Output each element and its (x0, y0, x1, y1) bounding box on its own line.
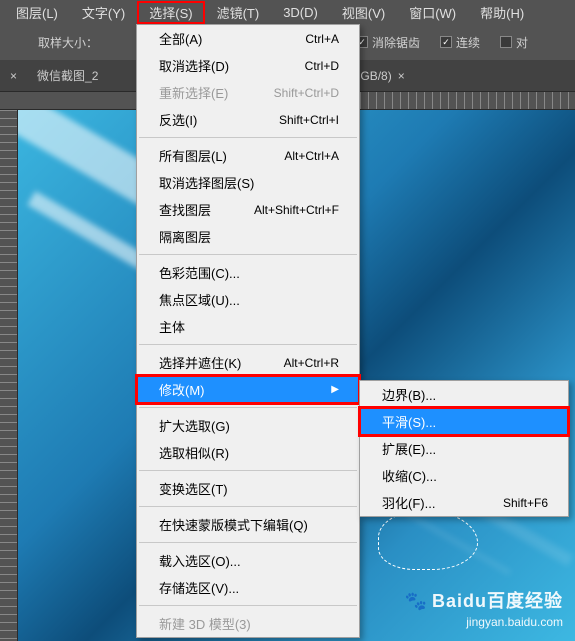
menu-item-transform-selection[interactable]: 变换选区(T) (137, 475, 359, 502)
checkbox-icon (500, 36, 512, 48)
menu-item-label: 取消选择(D) (159, 56, 229, 75)
menu-item-expand[interactable]: 扩展(E)... (360, 435, 568, 462)
menu-item-reselect: 重新选择(E) Shift+Ctrl+D (137, 79, 359, 106)
menu-item-similar[interactable]: 选取相似(R) (137, 439, 359, 466)
menu-item-smooth[interactable]: 平滑(S)... (360, 408, 568, 435)
menu-item-label: 修改(M) (159, 380, 205, 399)
menu-item-label: 重新选择(E) (159, 83, 228, 102)
menu-item-all-layers[interactable]: 所有图层(L) Alt+Ctrl+A (137, 142, 359, 169)
menu-select[interactable]: 选择(S) (137, 1, 204, 24)
menu-item-label: 羽化(F)... (382, 493, 435, 512)
menu-item-subject[interactable]: 主体 (137, 313, 359, 340)
shortcut-text: Shift+F6 (503, 496, 548, 510)
watermark: 🐾Baidu百度经验 jingyan.baidu.com (405, 589, 563, 631)
watermark-brand: 🐾Baidu百度经验 (405, 589, 563, 614)
menu-item-label: 取消选择图层(S) (159, 173, 254, 192)
contiguous-label: 连续 (456, 34, 480, 51)
sample-size-label: 取样大小： (38, 34, 98, 51)
menu-item-label: 平滑(S)... (382, 412, 436, 431)
menu-separator (139, 407, 357, 408)
menu-item-label: 全部(A) (159, 29, 202, 48)
sample-all-option[interactable]: 对 (500, 34, 528, 51)
selection-marquee (378, 510, 478, 570)
menubar: 图层(L) 文字(Y) 选择(S) 滤镜(T) 3D(D) 视图(V) 窗口(W… (0, 0, 575, 24)
menu-item-label: 扩大选取(G) (159, 416, 230, 435)
ruler-vertical (0, 110, 18, 641)
menu-3d[interactable]: 3D(D) (271, 3, 330, 22)
menu-item-label: 查找图层 (159, 200, 211, 219)
menu-item-color-range[interactable]: 色彩范围(C)... (137, 259, 359, 286)
menu-item-contract[interactable]: 收缩(C)... (360, 462, 568, 489)
menu-help[interactable]: 帮助(H) (468, 1, 536, 24)
shortcut-text: Shift+Ctrl+I (279, 113, 339, 127)
watermark-url: jingyan.baidu.com (405, 614, 563, 631)
antialias-option[interactable]: 消除锯齿 (356, 34, 420, 51)
tab-label: 微信截图_2 (37, 67, 98, 84)
menu-item-isolate-layers[interactable]: 隔离图层 (137, 223, 359, 250)
menu-view[interactable]: 视图(V) (330, 1, 397, 24)
menu-window[interactable]: 窗口(W) (397, 1, 468, 24)
menu-item-label: 色彩范围(C)... (159, 263, 240, 282)
menu-item-deselect-layers[interactable]: 取消选择图层(S) (137, 169, 359, 196)
menu-separator (139, 137, 357, 138)
menu-item-border[interactable]: 边界(B)... (360, 381, 568, 408)
menu-item-label: 所有图层(L) (159, 146, 227, 165)
menu-item-all[interactable]: 全部(A) Ctrl+A (137, 25, 359, 52)
menu-item-load-selection[interactable]: 载入选区(O)... (137, 547, 359, 574)
paw-icon: 🐾 (405, 589, 428, 614)
menu-item-save-selection[interactable]: 存储选区(V)... (137, 574, 359, 601)
menu-separator (139, 506, 357, 507)
menu-filter[interactable]: 滤镜(T) (205, 1, 272, 24)
checkbox-icon (440, 36, 452, 48)
shortcut-text: Ctrl+A (305, 32, 339, 46)
shortcut-text: Shift+Ctrl+D (274, 86, 339, 100)
shortcut-text: Alt+Shift+Ctrl+F (254, 203, 339, 217)
menu-item-inverse[interactable]: 反选(I) Shift+Ctrl+I (137, 106, 359, 133)
antialias-label: 消除锯齿 (372, 34, 420, 51)
menu-item-quick-mask[interactable]: 在快速蒙版模式下编辑(Q) (137, 511, 359, 538)
menu-item-label: 反选(I) (159, 110, 197, 129)
menu-item-label: 扩展(E)... (382, 439, 436, 458)
menu-item-label: 边界(B)... (382, 385, 436, 404)
menu-item-feather[interactable]: 羽化(F)... Shift+F6 (360, 489, 568, 516)
menu-item-modify[interactable]: 修改(M) ▶ (137, 376, 359, 403)
modify-submenu: 边界(B)... 平滑(S)... 扩展(E)... 收缩(C)... 羽化(F… (359, 380, 569, 517)
menu-item-grow[interactable]: 扩大选取(G) (137, 412, 359, 439)
shortcut-text: Ctrl+D (305, 59, 339, 73)
menu-layer[interactable]: 图层(L) (4, 1, 70, 24)
menu-item-label: 选取相似(R) (159, 443, 229, 462)
shortcut-text: Alt+Ctrl+A (284, 149, 339, 163)
sample-all-label: 对 (516, 34, 528, 51)
menu-item-label: 载入选区(O)... (159, 551, 241, 570)
menu-separator (139, 470, 357, 471)
select-menu-dropdown: 全部(A) Ctrl+A 取消选择(D) Ctrl+D 重新选择(E) Shif… (136, 24, 360, 638)
menu-item-label: 收缩(C)... (382, 466, 437, 485)
menu-separator (139, 542, 357, 543)
menu-item-label: 主体 (159, 317, 185, 336)
menu-item-label: 变换选区(T) (159, 479, 228, 498)
close-icon[interactable]: × (0, 69, 27, 83)
menu-item-find-layers[interactable]: 查找图层 Alt+Shift+Ctrl+F (137, 196, 359, 223)
menu-item-new-3d: 新建 3D 模型(3) (137, 610, 359, 637)
shortcut-text: Alt+Ctrl+R (284, 356, 339, 370)
menu-separator (139, 605, 357, 606)
menu-item-label: 新建 3D 模型(3) (159, 614, 251, 633)
menu-item-focus-area[interactable]: 焦点区域(U)... (137, 286, 359, 313)
submenu-arrow-icon: ▶ (319, 384, 339, 395)
menu-item-label: 选择并遮住(K) (159, 353, 241, 372)
menu-separator (139, 344, 357, 345)
menu-item-label: 在快速蒙版模式下编辑(Q) (159, 515, 308, 534)
contiguous-option[interactable]: 连续 (440, 34, 480, 51)
menu-item-label: 隔离图层 (159, 227, 211, 246)
menu-type[interactable]: 文字(Y) (70, 1, 137, 24)
menu-item-label: 存储选区(V)... (159, 578, 239, 597)
menu-separator (139, 254, 357, 255)
document-tab-1[interactable]: 微信截图_2 (27, 67, 108, 84)
menu-item-label: 焦点区域(U)... (159, 290, 240, 309)
close-icon[interactable]: × (398, 69, 405, 83)
menu-item-select-and-mask[interactable]: 选择并遮住(K) Alt+Ctrl+R (137, 349, 359, 376)
menu-item-deselect[interactable]: 取消选择(D) Ctrl+D (137, 52, 359, 79)
